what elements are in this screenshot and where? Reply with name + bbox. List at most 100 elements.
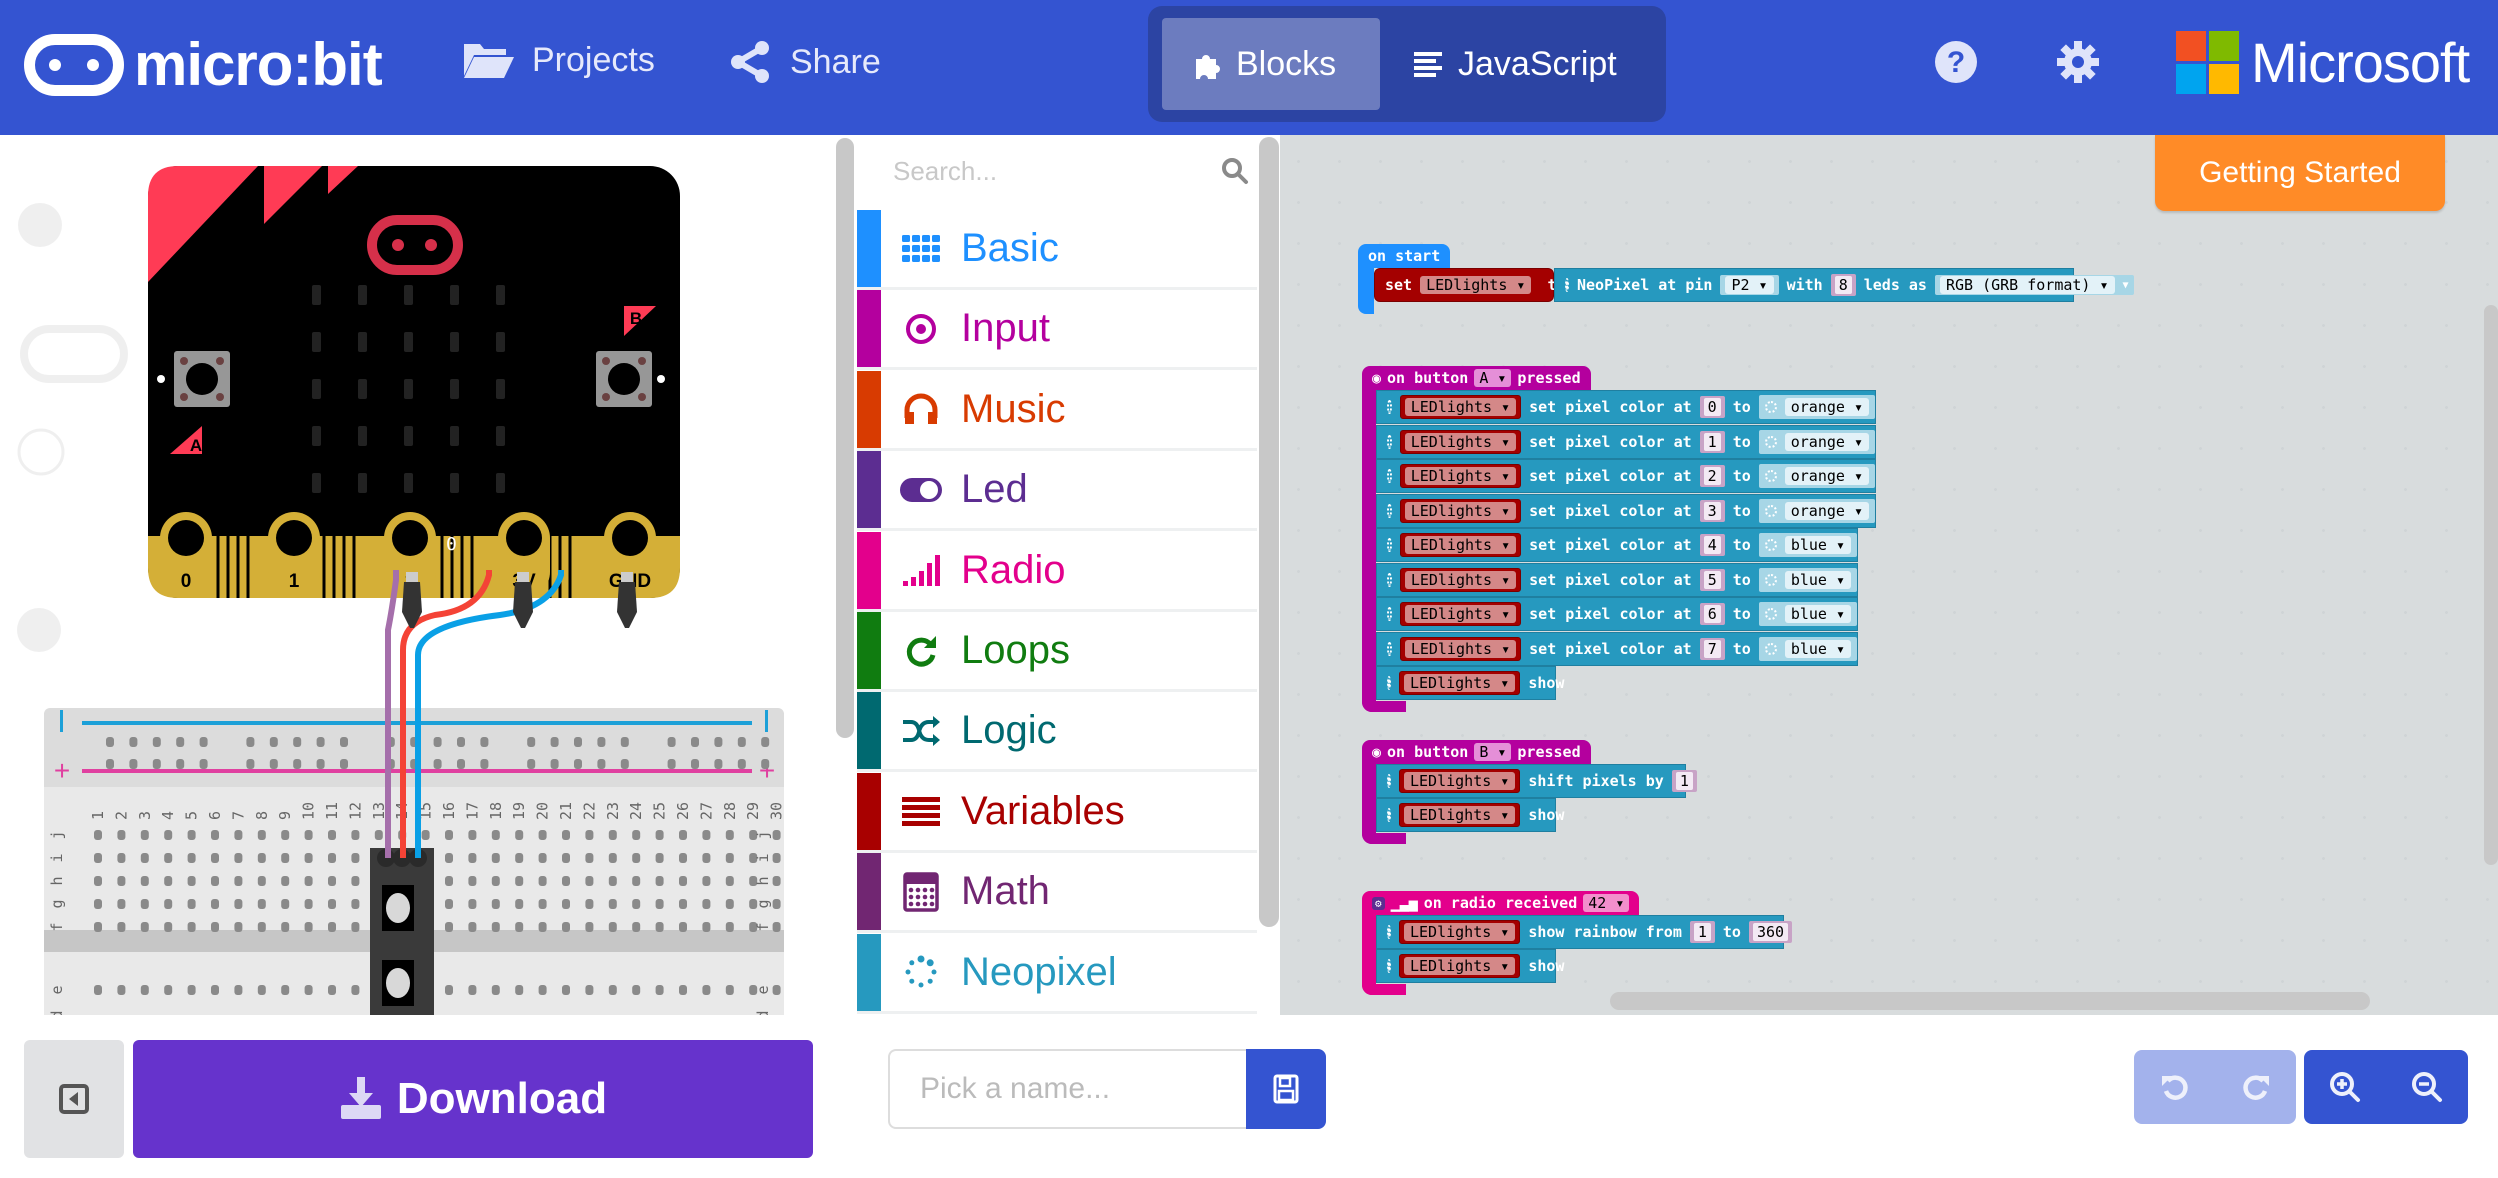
blocks-workspace[interactable]: Getting Started on start set LEDlights ▾…: [1280, 135, 2498, 1015]
save-button[interactable]: [1246, 1049, 1326, 1129]
search-icon[interactable]: [1221, 157, 1249, 185]
on-radio-received-block[interactable]: ⚙ ▁▃▅ on radio received 42 ▾: [1362, 891, 1640, 915]
category-music[interactable]: Music: [857, 370, 1257, 451]
show-block[interactable]: LEDlights ▾ show: [1376, 798, 1564, 832]
color-dropdown[interactable]: orange ▾: [1784, 501, 1869, 520]
on-button-b-block[interactable]: ◉ on button B ▾ pressed: [1362, 740, 1591, 764]
category-variables[interactable]: Variables: [857, 772, 1257, 853]
neopixel-create-block[interactable]: NeoPixel at pin P2 ▾ with 8 leds as RGB …: [1554, 268, 2134, 302]
pixel-index-input[interactable]: 4: [1703, 536, 1721, 554]
variable-dropdown[interactable]: LEDlights ▾: [1404, 432, 1517, 451]
color-dropdown[interactable]: blue ▾: [1784, 605, 1851, 623]
pixel-index-input[interactable]: 1: [1703, 432, 1721, 451]
category-math[interactable]: Math: [857, 853, 1257, 934]
set-pixel-color-block[interactable]: LEDlights ▾ set pixel color at 5 to blue…: [1376, 562, 1858, 597]
share-label: Share: [790, 42, 881, 81]
zoom-in-icon[interactable]: [2329, 1071, 2361, 1103]
show-rainbow-block[interactable]: LEDlights ▾ show rainbow from 1 to 360: [1376, 915, 1793, 949]
category-led[interactable]: Led: [857, 451, 1257, 532]
pixel-index-input[interactable]: 3: [1703, 501, 1721, 520]
radio-value-dropdown[interactable]: 42 ▾: [1583, 894, 1630, 912]
pixel-index-input[interactable]: 0: [1703, 398, 1721, 416]
color-dropdown[interactable]: blue ▾: [1784, 536, 1851, 554]
shift-value-input[interactable]: 1: [1675, 772, 1693, 790]
color-dropdown[interactable]: orange ▾: [1784, 467, 1869, 485]
pixel-index-input[interactable]: 5: [1703, 570, 1721, 589]
variable-dropdown[interactable]: LEDlights ▾: [1404, 398, 1517, 416]
settings-button[interactable]: [2056, 40, 2100, 89]
pixel-index-input[interactable]: 7: [1703, 639, 1721, 658]
workspace-horizontal-scrollbar[interactable]: [1610, 992, 2370, 1010]
variable-dropdown[interactable]: LEDlights ▾: [1404, 605, 1517, 623]
set-pixel-color-block[interactable]: LEDlights ▾ set pixel color at 2 to oran…: [1376, 459, 1876, 493]
color-dropdown[interactable]: blue ▾: [1784, 570, 1851, 589]
undo-icon[interactable]: [2160, 1072, 2190, 1102]
pin-dropdown[interactable]: P2 ▾: [1725, 276, 1774, 294]
set-pixel-color-block[interactable]: LEDlights ▾ set pixel color at 1 to oran…: [1376, 424, 1876, 459]
led-count-input[interactable]: 8: [1834, 276, 1852, 294]
toolbox-search-input[interactable]: Search...: [867, 135, 1267, 207]
set-pixel-color-block[interactable]: LEDlights ▾ set pixel color at 3 to oran…: [1376, 493, 1876, 528]
variable-dropdown[interactable]: LEDlights ▾: [1404, 674, 1516, 692]
set-pixel-color-block[interactable]: LEDlights ▾ set pixel color at 7 to blue…: [1376, 631, 1858, 666]
color-dropdown[interactable]: blue ▾: [1784, 639, 1851, 658]
set-pixel-text: set pixel color at: [1529, 398, 1692, 416]
breadboard-row-label: g: [754, 899, 772, 908]
set-pixel-color-block[interactable]: LEDlights ▾ set pixel color at 0 to oran…: [1376, 390, 1876, 424]
variable-dropdown[interactable]: LEDlights ▾: [1404, 639, 1517, 658]
show-block[interactable]: LEDlights ▾ show: [1376, 666, 1564, 700]
format-dropdown[interactable]: RGB (GRB format) ▾: [1939, 276, 2115, 294]
set-pixel-color-block[interactable]: LEDlights ▾ set pixel color at 4 to blue…: [1376, 528, 1858, 562]
show-block[interactable]: LEDlights ▾ show: [1376, 949, 1564, 983]
variable-dropdown[interactable]: LEDlights ▾: [1404, 957, 1516, 975]
category-logic[interactable]: Logic: [857, 692, 1257, 773]
shift-pixels-block[interactable]: LEDlights ▾ shift pixels by 1: [1376, 764, 1697, 798]
on-button-a-block[interactable]: ◉ on button A ▾ pressed: [1362, 366, 1591, 390]
category-input[interactable]: Input: [857, 290, 1257, 371]
share-button[interactable]: Share: [728, 40, 881, 84]
category-radio[interactable]: Radio: [857, 531, 1257, 612]
rainbow-to-input[interactable]: 360: [1752, 923, 1789, 941]
category-neopixel[interactable]: Neopixel: [857, 933, 1257, 1014]
name-placeholder: Pick a name...: [920, 1072, 1111, 1105]
on-start-block[interactable]: on start: [1358, 244, 1451, 268]
toolbox-scrollbar[interactable]: [1259, 137, 1279, 927]
variable-dropdown[interactable]: LEDlights ▾: [1404, 570, 1517, 589]
rainbow-from-input[interactable]: 1: [1693, 923, 1711, 941]
help-button[interactable]: ?: [1934, 40, 1978, 89]
button-a[interactable]: [174, 351, 230, 407]
button-dropdown[interactable]: B ▾: [1474, 743, 1512, 761]
pixel-index-input[interactable]: 6: [1703, 605, 1721, 623]
variable-dropdown[interactable]: LEDlights ▾: [1404, 467, 1517, 485]
button-b[interactable]: [596, 351, 652, 407]
microsoft-logo[interactable]: Microsoft: [2176, 30, 2470, 95]
category-basic[interactable]: Basic: [857, 210, 1257, 290]
variable-dropdown[interactable]: LEDlights ▾: [1404, 772, 1516, 790]
variable-dropdown[interactable]: LEDlights ▾: [1420, 276, 1532, 294]
variable-dropdown[interactable]: LEDlights ▾: [1404, 806, 1516, 824]
variable-dropdown[interactable]: LEDlights ▾: [1404, 923, 1516, 941]
button-dropdown[interactable]: A ▾: [1474, 369, 1512, 387]
project-name-input[interactable]: Pick a name...: [888, 1049, 1248, 1129]
collapse-simulator-button[interactable]: [24, 1040, 124, 1158]
getting-started-button[interactable]: Getting Started: [2155, 135, 2445, 211]
color-dropdown[interactable]: orange ▾: [1784, 398, 1869, 416]
pixel-index-input[interactable]: 2: [1703, 467, 1721, 485]
category-loops[interactable]: Loops: [857, 612, 1257, 692]
microbit-logo[interactable]: micro:bit: [24, 30, 383, 99]
redo-icon[interactable]: [2241, 1072, 2271, 1102]
simulator-scrollbar[interactable]: [836, 138, 854, 738]
set-variable-block[interactable]: set LEDlights ▾ ▼ to: [1374, 268, 1566, 302]
set-pixel-color-block[interactable]: LEDlights ▾ set pixel color at 6 to blue…: [1376, 597, 1858, 631]
blocks-tab[interactable]: Blocks: [1162, 18, 1380, 110]
color-dropdown[interactable]: orange ▾: [1784, 432, 1869, 451]
workspace-vertical-scrollbar[interactable]: [2484, 305, 2498, 865]
zoom-out-icon[interactable]: [2411, 1071, 2443, 1103]
javascript-tab[interactable]: JavaScript: [1384, 18, 1647, 110]
variable-dropdown[interactable]: LEDlights ▾: [1404, 536, 1517, 554]
variable-dropdown[interactable]: LEDlights ▾: [1404, 501, 1517, 520]
download-button[interactable]: Download: [133, 1040, 813, 1158]
pressed-label: pressed: [1517, 743, 1581, 761]
projects-button[interactable]: Projects: [462, 40, 655, 80]
to-keyword: to: [1722, 923, 1741, 941]
